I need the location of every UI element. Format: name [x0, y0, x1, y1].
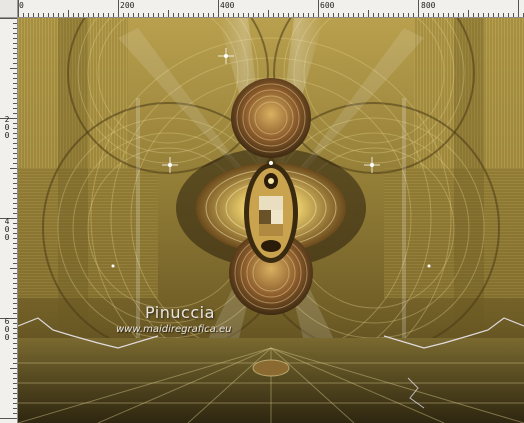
ruler-label-v200: 2 0 0: [4, 115, 10, 140]
artist-signature: Pinuccia: [145, 303, 215, 322]
ruler-corner[interactable]: [0, 0, 18, 18]
horizontal-ruler-ticks: [18, 0, 524, 17]
fractal-artwork: [18, 18, 524, 423]
horizontal-ruler[interactable]: 0 200 400 600 800: [18, 0, 524, 18]
ruler-label-0: 0: [19, 1, 24, 10]
ruler-label-200: 200: [120, 1, 135, 10]
ruler-label-800: 800: [421, 1, 436, 10]
artist-website: www.maidiregrafica.eu: [116, 324, 232, 335]
ruler-label-400: 400: [220, 1, 235, 10]
vertical-ruler[interactable]: 2 0 0 4 0 0 6 0 0: [0, 18, 18, 423]
ruler-label-v400: 4 0 0: [4, 217, 10, 242]
image-editor-window: 0 200 400 600 800 2 0 0 4 0 0 6 0 0 Pinu…: [0, 0, 524, 423]
ruler-label-600: 600: [320, 1, 335, 10]
image-canvas[interactable]: Pinuccia www.maidiregrafica.eu: [18, 18, 524, 423]
ruler-label-v600: 6 0 0: [4, 317, 10, 342]
